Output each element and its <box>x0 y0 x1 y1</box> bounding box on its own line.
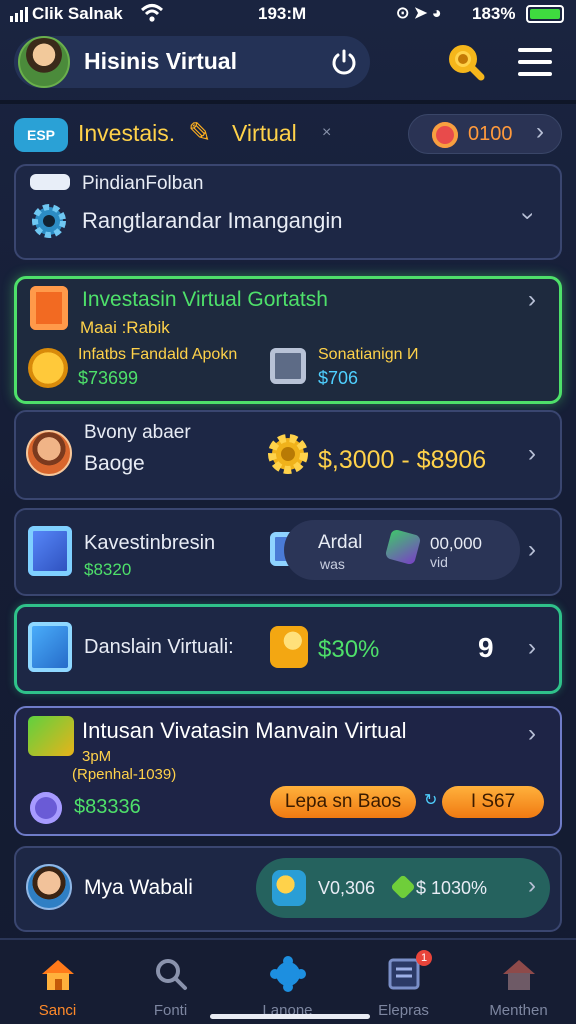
chevron-right-icon: › <box>528 872 536 899</box>
intusan-sub1: 3pM <box>82 748 112 765</box>
power-icon[interactable] <box>330 48 358 76</box>
stats-value-sub: vid <box>430 554 448 570</box>
signal-icon <box>10 6 28 22</box>
section-title-left: Investais. <box>78 120 176 146</box>
investment-right-value: $706 <box>318 368 359 388</box>
money-bag-icon <box>272 870 306 906</box>
investment-left-label: Infatbs Fandald Apokn <box>78 346 238 363</box>
nav-item-house[interactable]: Menthen <box>461 954 576 1019</box>
page-title: Hisinis Virtual <box>84 48 237 74</box>
search-icon <box>113 954 228 994</box>
coin-balance: 0100 <box>468 123 513 145</box>
coins-icon <box>270 626 308 668</box>
mya-value-2: $ 1030% <box>416 878 488 898</box>
primary-action-button[interactable]: Lepa sn Baos <box>270 786 416 818</box>
range-line-1: Bvony abaer <box>84 422 191 443</box>
battery-percent: 183% <box>472 4 516 23</box>
puzzle-icon <box>230 954 345 994</box>
chevron-down-icon[interactable]: › <box>514 212 542 220</box>
swap-icon: ↻ <box>424 792 438 809</box>
house-icon <box>461 954 576 994</box>
section-title-right: Virtual <box>232 120 297 146</box>
investment-subtitle: Maai :Rabik <box>80 318 170 337</box>
chevron-right-icon: › <box>528 536 536 563</box>
notification-badge: 1 <box>416 950 432 966</box>
investment-title: Investasin Virtual Gortatsh <box>82 288 328 311</box>
chevron-right-icon: › <box>536 118 544 145</box>
avatar <box>26 864 72 910</box>
nav-label-house: Menthen <box>489 1002 548 1019</box>
wallet-icon <box>270 348 306 384</box>
kaves-value: $8320 <box>84 560 132 579</box>
danslain-title: Danslain Virtuali: <box>84 636 234 658</box>
price-range: $,3000 - $8906 <box>318 446 487 474</box>
section-badge: ESP <box>14 118 68 152</box>
nav-item-documents[interactable]: 1 Elepras <box>346 950 461 1019</box>
nav-item-search[interactable]: Fonti <box>113 954 228 1019</box>
coin-icon <box>432 122 458 148</box>
home-indicator[interactable] <box>210 1014 370 1019</box>
chevron-right-icon: › <box>528 634 536 661</box>
gear-coin-icon <box>268 434 308 474</box>
stats-label: Ardal <box>318 532 363 553</box>
avatar <box>26 430 72 476</box>
intusan-value: $83336 <box>74 796 141 818</box>
range-line-2: Baoge <box>84 452 145 475</box>
header-divider <box>0 100 576 104</box>
avatar[interactable] <box>18 36 70 88</box>
battery-icon <box>526 5 564 23</box>
chat-icon <box>30 792 62 824</box>
nav-item-puzzle[interactable]: Lanone <box>230 954 345 1019</box>
battery-fill <box>530 9 560 19</box>
nav-item-home[interactable]: Sanci <box>0 954 115 1019</box>
intusan-sub2: (Rpenhal-1039) <box>72 766 177 783</box>
flag-icon <box>30 174 70 190</box>
home-icon <box>0 954 115 994</box>
document-icon: 1 <box>346 950 461 994</box>
chevron-right-icon: › <box>528 720 536 747</box>
chart-icon <box>30 286 68 330</box>
close-icon[interactable]: × <box>322 124 331 142</box>
chevron-right-icon: › <box>528 440 536 467</box>
chevron-right-icon: › <box>528 286 536 313</box>
box-icon <box>28 622 72 672</box>
secondary-action-button[interactable]: I S67 <box>442 786 544 818</box>
intusan-title: Intusan Vivatasin Manvain Virtual <box>82 718 407 743</box>
rocket-icon: ✎ <box>188 117 212 148</box>
bottom-nav: Sanci Fonti Lanone 1 Elepras Menthen <box>0 940 576 1024</box>
mya-name: Mya Wabali <box>84 876 193 899</box>
clock: 193:M <box>258 4 307 23</box>
coin-icon <box>28 348 68 388</box>
nav-label-home: Sanci <box>38 1002 77 1019</box>
carrier-label: Clik Salnak <box>32 4 123 23</box>
investment-left-value: $73699 <box>78 368 139 388</box>
search-icon[interactable] <box>446 42 486 82</box>
mya-value-1: V0,306 <box>318 878 376 898</box>
wifi-icon <box>140 4 164 22</box>
gear-icon <box>32 204 66 238</box>
gift-icon <box>28 716 74 756</box>
box-icon <box>28 526 72 576</box>
danslain-count: 9 <box>478 632 494 663</box>
danslain-percent: $30% <box>318 636 380 663</box>
dropdown-value: Rangtlarandar Imangangin <box>82 208 343 233</box>
stats-sublabel: was <box>320 556 345 572</box>
kaves-title: Kavestinbresin <box>84 532 216 554</box>
dropdown-label: PindianFolban <box>82 173 204 194</box>
investment-right-label: Sonatianign И <box>318 346 419 363</box>
menu-icon[interactable] <box>518 48 552 76</box>
status-icons: ⊙ ➤ ◕ <box>396 5 442 22</box>
stats-value: 00,000 <box>430 534 482 553</box>
status-bar: Clik Salnak 193:M ⊙ ➤ ◕ 183% <box>0 0 576 30</box>
